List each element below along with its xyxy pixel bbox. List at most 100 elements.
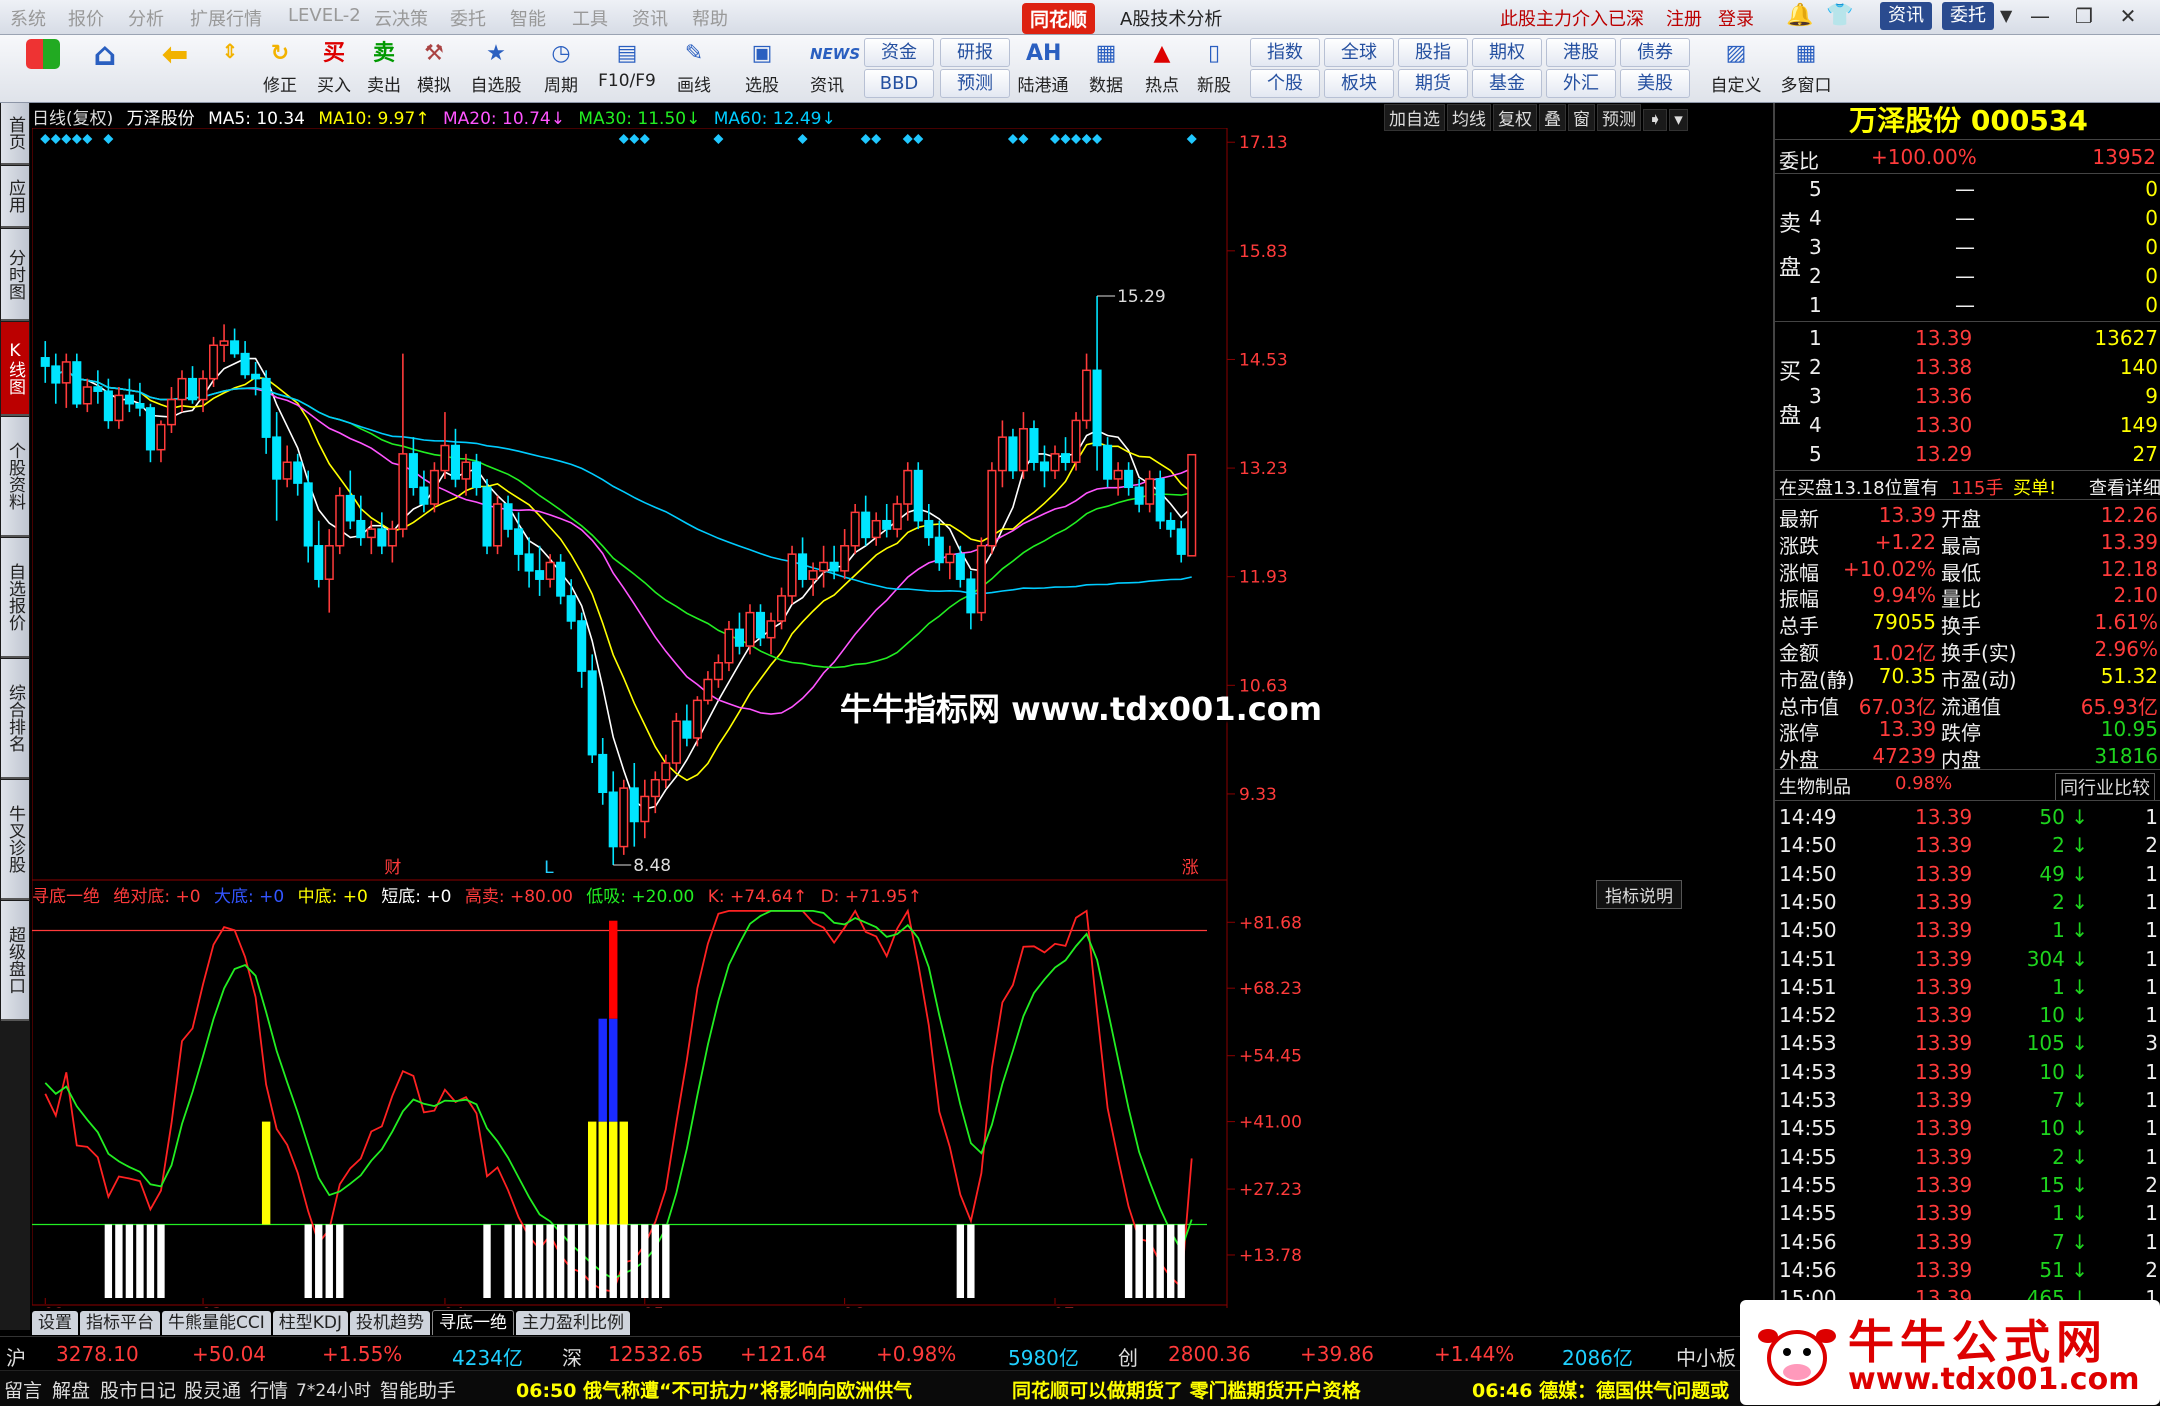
tab-profit-ratio[interactable]: 主力盈利比例 <box>516 1311 631 1335</box>
message-link[interactable]: 留言 <box>4 1376 42 1403</box>
sh-index[interactable]: 3278.10 <box>56 1342 139 1366</box>
tab-settings[interactable]: 设置 <box>32 1311 78 1335</box>
tab-kline[interactable]: K线图 <box>1 322 29 416</box>
diary-link[interactable]: 股市日记 <box>100 1376 176 1403</box>
menu-quote[interactable]: 报价 <box>68 5 104 31</box>
hot-button[interactable]: ▲ 热点 <box>1138 37 1186 99</box>
menu-system[interactable]: 系统 <box>10 5 46 31</box>
updown-button[interactable]: ⇕ <box>210 37 250 99</box>
menu-tools[interactable]: 工具 <box>572 5 608 31</box>
futures-button[interactable]: 期货 <box>1398 69 1468 98</box>
forex-button[interactable]: 外汇 <box>1546 69 1616 98</box>
tab-ranking[interactable]: 综合排名 <box>1 659 29 779</box>
fund-button[interactable]: 基金 <box>1472 69 1542 98</box>
menu-trade[interactable]: 委托 <box>450 5 486 31</box>
sme-label[interactable]: 中小板 <box>1676 1342 1736 1371</box>
trade-dropdown-icon[interactable]: ▼ <box>2000 6 2012 25</box>
overlay-button[interactable]: 叠 <box>1539 104 1566 131</box>
stock-link[interactable]: 股灵通 <box>184 1376 241 1403</box>
home-button[interactable]: ⌂ <box>80 37 130 99</box>
capital-button[interactable]: 资金 <box>864 38 934 67</box>
simulate-button[interactable]: ⚒ 模拟 <box>410 37 458 99</box>
sector-name[interactable]: 生物制品 <box>1779 773 1851 799</box>
close-icon[interactable]: ✕ <box>2108 2 2148 30</box>
data-button[interactable]: ▦ 数据 <box>1082 37 1130 99</box>
main-force-notice[interactable]: 此股主力介入已深 <box>1500 5 1644 31</box>
quotes-link[interactable]: 行情 <box>250 1376 288 1403</box>
bbd-button[interactable]: BBD <box>864 69 934 98</box>
bond-button[interactable]: 债券 <box>1620 38 1690 67</box>
analysis-link[interactable]: 解盘 <box>52 1376 90 1403</box>
draw-line-button[interactable]: ✎ 画线 <box>666 37 722 99</box>
custom-button[interactable]: ▨ 自定义 <box>1706 37 1766 99</box>
tab-apps[interactable]: 应用 <box>1 166 29 228</box>
menu-level2[interactable]: LEVEL-2 <box>288 5 361 26</box>
news-item-3[interactable]: 06:46 德媒：德国供气问题或 <box>1472 1376 1748 1403</box>
ma-toggle-button[interactable]: 均线 <box>1447 104 1491 131</box>
menu-ext-quote[interactable]: 扩展行情 <box>190 5 262 31</box>
register-link[interactable]: 注册 <box>1666 5 1702 31</box>
adjust-button[interactable]: 复权 <box>1493 104 1537 131</box>
predict-button[interactable]: 预测 <box>1597 104 1641 131</box>
stock-index-button[interactable]: 股指 <box>1398 38 1468 67</box>
tab-kdj[interactable]: 柱型KDJ <box>272 1311 349 1335</box>
forecast-button[interactable]: 预测 <box>940 69 1010 98</box>
single-stock-button[interactable]: 个股 <box>1250 69 1320 98</box>
tab-super-panel[interactable]: 超级盘口 <box>1 901 29 1021</box>
live-link[interactable]: 7*24小时 <box>296 1376 371 1401</box>
hk-stock-button[interactable]: 港股 <box>1546 38 1616 67</box>
sell-button[interactable]: 卖卖出 <box>360 37 408 99</box>
stock-picker-button[interactable]: ▣ 选股 <box>734 37 790 99</box>
tab-indicator-platform[interactable]: 指标平台 <box>80 1311 160 1335</box>
indicator-help-button[interactable]: 指标说明 <box>1596 880 1682 909</box>
tab-find-bottom[interactable]: 寻底一绝 <box>432 1310 515 1335</box>
fix-button[interactable]: ↻ 修正 <box>255 37 305 99</box>
multi-window-button[interactable]: ▦ 多窗口 <box>1774 37 1838 99</box>
news-item-1[interactable]: 06:50 俄气称遭“不可抗力”将影响向欧洲供气 <box>516 1376 912 1403</box>
research-button[interactable]: 研报 <box>940 38 1010 67</box>
minimize-icon[interactable]: — <box>2020 2 2060 30</box>
sector-button[interactable]: 板块 <box>1324 69 1394 98</box>
tab-cci[interactable]: 牛熊量能CCI <box>162 1311 271 1335</box>
menu-smart[interactable]: 智能 <box>510 5 546 31</box>
sz-index[interactable]: 12532.65 <box>608 1342 703 1366</box>
tab-trend[interactable]: 投机趋势 <box>350 1311 431 1335</box>
tab-watchlist[interactable]: 自选报价 <box>1 538 29 658</box>
cy-index[interactable]: 2800.36 <box>1168 1342 1251 1366</box>
tab-home[interactable]: 首页 <box>1 103 29 165</box>
hk-connect-button[interactable]: AH 陆港通 <box>1016 37 1070 99</box>
menu-analysis[interactable]: 分析 <box>128 5 164 31</box>
news-toolbar-button[interactable]: NEWS 资讯 <box>802 37 860 99</box>
ipo-button[interactable]: ▯ 新股 <box>1190 37 1238 99</box>
login-link[interactable]: 登录 <box>1718 5 1754 31</box>
global-button[interactable]: 全球 <box>1324 38 1394 67</box>
watchlist-button[interactable]: ★ 自选股 <box>466 37 526 99</box>
window-button[interactable]: 窗 <box>1568 104 1595 131</box>
shirt-icon[interactable]: 👕 <box>1826 3 1853 28</box>
menu-cloud[interactable]: 云决策 <box>374 5 428 31</box>
bell-icon[interactable]: 🔔 <box>1786 3 1813 28</box>
news-item-2[interactable]: 同花顺可以做期货了 零门槛期货开户资格 <box>1012 1376 1361 1403</box>
compare-button[interactable]: 同行业比较 <box>2055 773 2155 801</box>
tab-diagnosis[interactable]: 牛叉诊股 <box>1 780 29 900</box>
news-button[interactable]: 资讯 <box>1880 2 1932 30</box>
menu-help[interactable]: 帮助 <box>692 5 728 31</box>
order-notice-row[interactable]: 在买盘13.18位置有 115手 买单! 查看详细 <box>1775 472 2160 500</box>
options-button[interactable]: 期权 <box>1472 38 1542 67</box>
us-stock-button[interactable]: 美股 <box>1620 69 1690 98</box>
add-watchlist-button[interactable]: 加自选 <box>1384 104 1445 131</box>
restore-icon[interactable]: ❐ <box>2064 2 2104 30</box>
tab-stock-profile[interactable]: 个股资料 <box>1 417 29 537</box>
tile-icon-button[interactable] <box>18 37 68 99</box>
trade-button[interactable]: 委托 <box>1942 2 1994 30</box>
buy-button[interactable]: 买买入 <box>310 37 358 99</box>
period-button[interactable]: ◷ 周期 <box>536 37 586 99</box>
detail-link[interactable]: 查看详细 <box>2089 474 2160 500</box>
f10-button[interactable]: ▤ F10/F9 <box>594 37 660 99</box>
menu-info[interactable]: 资讯 <box>632 5 668 31</box>
assistant-link[interactable]: 智能助手 <box>380 1376 456 1403</box>
back-button[interactable]: ⬅ <box>150 37 200 99</box>
index-button[interactable]: 指数 <box>1250 38 1320 67</box>
tab-intraday[interactable]: 分时图 <box>1 229 29 321</box>
period-label[interactable]: 日线(复权) <box>32 109 113 129</box>
